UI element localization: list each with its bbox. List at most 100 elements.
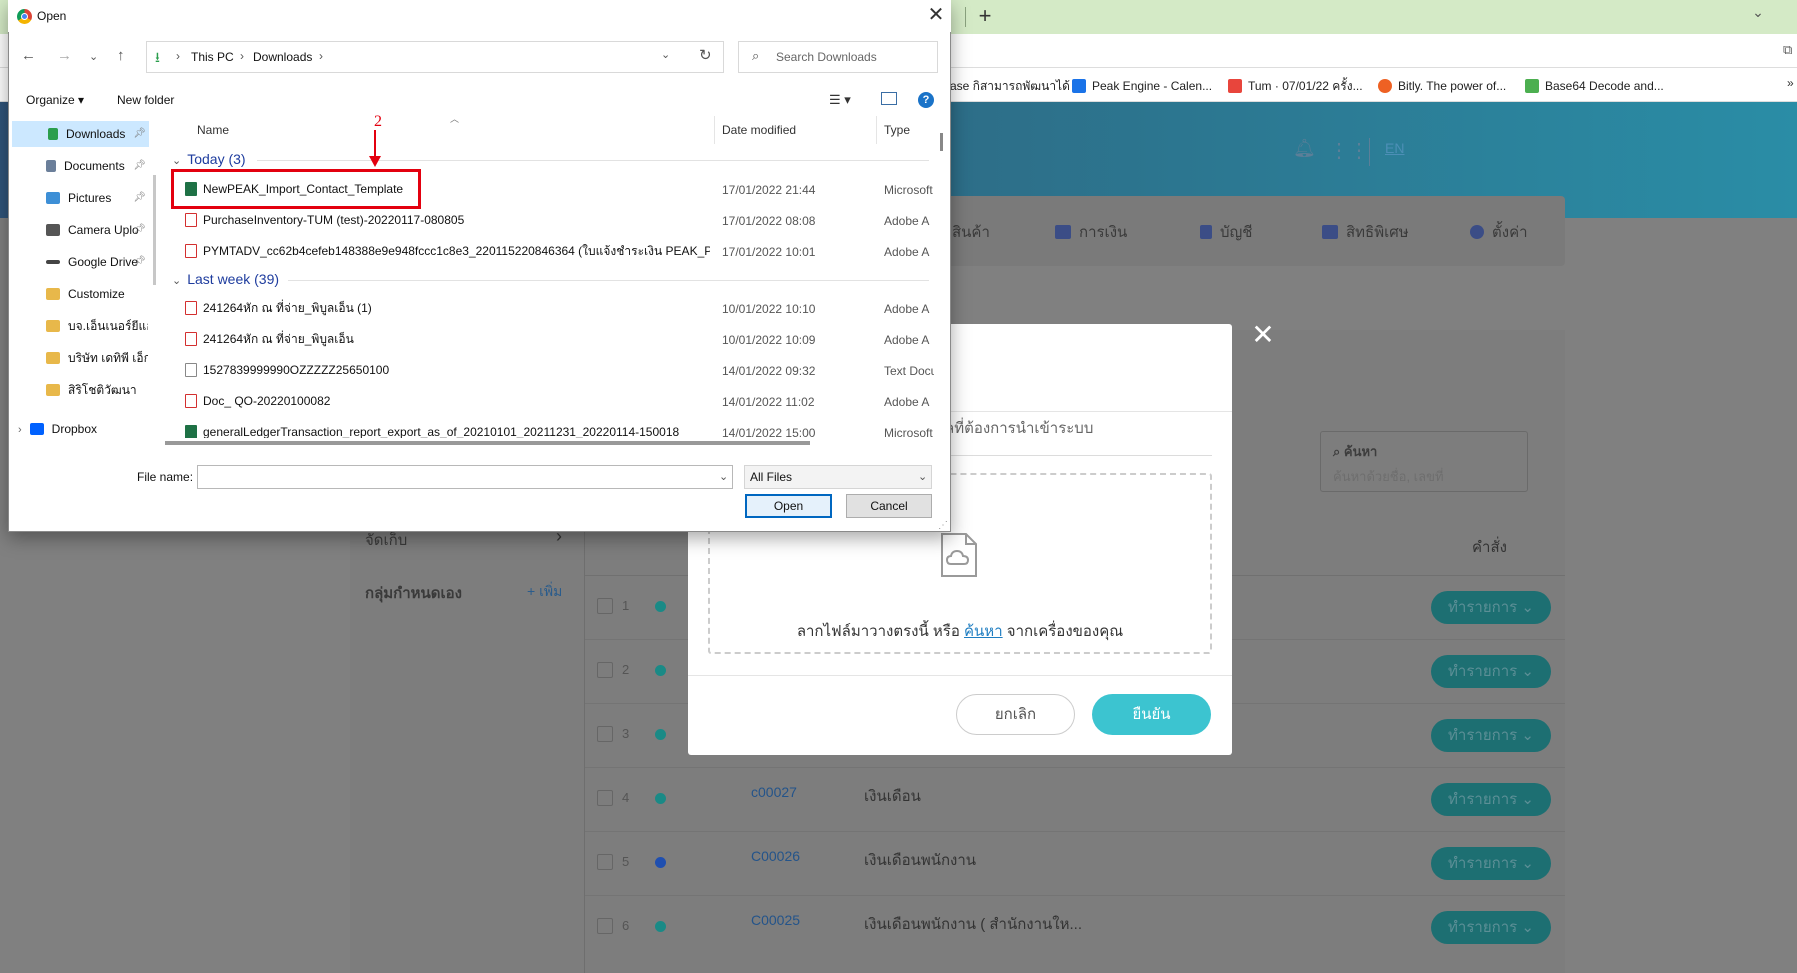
bookmark-item[interactable]: ase กิสามารถพัฒนาได้ xyxy=(950,77,1070,95)
search-input[interactable]: Search Downloads xyxy=(776,50,877,64)
tree-item-folder[interactable]: บริษัท เดทิพี เอ็กซ์ xyxy=(46,345,148,371)
row-checkbox[interactable] xyxy=(597,662,613,678)
recent-chevron-icon[interactable]: ⌄ xyxy=(89,50,98,63)
row-checkbox[interactable] xyxy=(597,598,613,614)
modal-footer-divider xyxy=(688,675,1232,676)
search-input[interactable]: ค้นหาด้วยชื่อ, เลขที่ xyxy=(1333,466,1444,487)
tree-item-camera-uploads[interactable]: Camera Uplo 📌︎ xyxy=(46,217,148,243)
row-action-button[interactable]: ทำรายการ ⌄ xyxy=(1431,655,1551,688)
file-row[interactable]: PYMTADV_cc62b4cefeb148388e9e948fccc1c8e3… xyxy=(185,241,710,261)
add-group-button[interactable]: + เพิ่ม xyxy=(527,581,562,603)
base64-icon xyxy=(1525,79,1539,93)
file-row[interactable]: 241264หัก ณ ที่จ่าย_พิบูลเอ็น (1) xyxy=(185,298,372,318)
column-header-name[interactable]: Name xyxy=(197,123,229,137)
close-icon[interactable]: ✕ xyxy=(1250,321,1276,349)
pin-icon: 📌︎ xyxy=(133,160,146,171)
annotation-step-number: 2 xyxy=(374,113,382,130)
nav-item-finance[interactable]: การเงิน xyxy=(1055,220,1127,244)
tree-item-downloads[interactable]: Downloads 📌︎ xyxy=(48,121,148,147)
breadcrumb-downloads[interactable]: Downloads xyxy=(253,50,312,64)
scrollbar-thumb[interactable] xyxy=(940,133,943,151)
contact-code-link[interactable]: c00027 xyxy=(751,784,797,800)
open-button[interactable]: Open xyxy=(745,494,832,518)
file-group-last-week[interactable]: ⌄ Last week (39) xyxy=(172,271,279,287)
tree-item-pictures[interactable]: Pictures 📌︎ xyxy=(46,185,148,211)
up-arrow-icon[interactable]: ↑ xyxy=(117,47,125,64)
view-options-icon[interactable]: ☰ ▾ xyxy=(829,92,851,108)
new-folder-button[interactable]: New folder xyxy=(117,93,174,107)
file-row[interactable]: generalLedgerTransaction_report_export_a… xyxy=(185,422,710,438)
collapse-chevron-icon: ⌄ xyxy=(172,155,182,167)
bookmark-item[interactable]: Base64 Decode and... xyxy=(1525,77,1664,95)
row-checkbox[interactable] xyxy=(597,854,613,870)
nav-item-settings[interactable]: ตั้งค่า xyxy=(1470,220,1528,244)
path-chevron-icon[interactable]: › xyxy=(240,49,244,63)
path-chevron-icon[interactable]: › xyxy=(176,49,180,63)
row-action-button[interactable]: ทำรายการ ⌄ xyxy=(1431,591,1551,624)
tree-item-folder[interactable]: สิริโชติวัฒนา xyxy=(46,377,148,403)
help-icon[interactable]: ? xyxy=(918,92,934,108)
bookmark-item[interactable]: Peak Engine - Calen... xyxy=(1072,77,1212,95)
bookmark-item[interactable]: Bitly. The power of... xyxy=(1378,77,1506,95)
nav-item-accounting[interactable]: บัญชี xyxy=(1200,220,1252,244)
row-action-button[interactable]: ทำรายการ ⌄ xyxy=(1431,911,1551,944)
file-row[interactable]: 241264หัก ณ ที่จ่าย_พิบูลเอ็น xyxy=(185,329,354,349)
row-action-button[interactable]: ทำรายการ ⌄ xyxy=(1431,783,1551,816)
breadcrumb-this-pc[interactable]: This PC xyxy=(191,50,234,64)
file-list-scrollbar[interactable] xyxy=(937,116,947,436)
confirm-button[interactable]: ยืนยัน xyxy=(1092,694,1211,735)
address-dropdown-icon[interactable]: ⌄ xyxy=(661,48,670,61)
forward-arrow-icon[interactable]: → xyxy=(57,47,72,64)
bookmark-item[interactable]: Tum · 07/01/22 ครั้ง... xyxy=(1228,77,1363,95)
resize-grip-icon[interactable]: ⋰ xyxy=(938,520,948,531)
contact-code-link[interactable]: C00026 xyxy=(751,848,800,864)
pin-icon: 📌︎ xyxy=(133,128,146,139)
apps-grid-icon[interactable]: ⋮⋮ xyxy=(1329,138,1369,163)
tab-search-icon[interactable]: ⌄ xyxy=(1743,4,1773,24)
folder-icon xyxy=(46,288,60,300)
row-checkbox[interactable] xyxy=(597,726,613,742)
tree-scrollbar[interactable] xyxy=(153,175,156,285)
column-separator[interactable] xyxy=(876,116,877,144)
file-row[interactable]: Doc_ QO-20220100082 xyxy=(185,391,330,411)
column-header-date[interactable]: Date modified xyxy=(722,123,796,137)
tree-item-dropbox[interactable]: › Dropbox xyxy=(18,416,148,442)
contact-code-link[interactable]: C00025 xyxy=(751,912,800,928)
file-name-input[interactable] xyxy=(197,465,733,489)
file-row[interactable]: 1527839999990OZZZZZ25650100 xyxy=(185,360,389,380)
tree-item-folder[interactable]: บจ.เอ็นเนอร์ยีแอด xyxy=(46,313,148,339)
row-checkbox[interactable] xyxy=(597,918,613,934)
file-row[interactable]: PurchaseInventory-TUM (test)-20220117-08… xyxy=(185,210,464,230)
excel-file-icon xyxy=(185,425,197,438)
file-type-dropdown-icon[interactable]: ⌄ xyxy=(918,470,927,483)
file-name-dropdown-icon[interactable]: ⌄ xyxy=(719,470,728,483)
language-switch[interactable]: EN xyxy=(1385,140,1404,156)
dialog-cancel-button[interactable]: Cancel xyxy=(846,494,932,518)
row-action-button[interactable]: ทำรายการ ⌄ xyxy=(1431,719,1551,752)
column-header-type[interactable]: Type xyxy=(884,123,910,137)
file-group-today[interactable]: ⌄ Today (3) xyxy=(172,151,246,167)
dialog-close-icon[interactable]: ✕ xyxy=(924,3,948,27)
refresh-icon[interactable]: ↻ xyxy=(699,46,712,64)
cancel-button[interactable]: ยกเลิก xyxy=(956,694,1075,735)
back-arrow-icon[interactable]: ← xyxy=(21,47,36,64)
path-chevron-icon[interactable]: › xyxy=(319,49,323,63)
nav-item-products[interactable]: สินค้า xyxy=(952,220,990,244)
bookmarks-more-button[interactable]: » xyxy=(1787,76,1794,90)
expand-chevron-icon[interactable]: › xyxy=(18,424,22,436)
column-separator[interactable] xyxy=(714,116,715,144)
organize-menu[interactable]: Organize ▾ xyxy=(26,93,84,107)
extension-icon[interactable]: ⧉ xyxy=(1783,42,1797,58)
preview-pane-icon[interactable] xyxy=(881,92,897,105)
tree-item-google-drive[interactable]: Google Drive 📌︎ xyxy=(46,249,148,275)
search-icon: ⌕ xyxy=(752,48,760,63)
tree-item-documents[interactable]: Documents 📌︎ xyxy=(46,153,148,179)
horizontal-scrollbar[interactable] xyxy=(165,441,810,445)
new-tab-button[interactable]: + xyxy=(973,2,997,30)
browse-link[interactable]: ค้นหา xyxy=(964,623,1003,640)
row-checkbox[interactable] xyxy=(597,790,613,806)
row-action-button[interactable]: ทำรายการ ⌄ xyxy=(1431,847,1551,880)
nav-item-privileges[interactable]: สิทธิพิเศษ xyxy=(1322,220,1409,244)
bell-icon[interactable]: 🔔︎ xyxy=(1293,138,1316,159)
tree-item-folder[interactable]: Customize xyxy=(46,281,148,307)
